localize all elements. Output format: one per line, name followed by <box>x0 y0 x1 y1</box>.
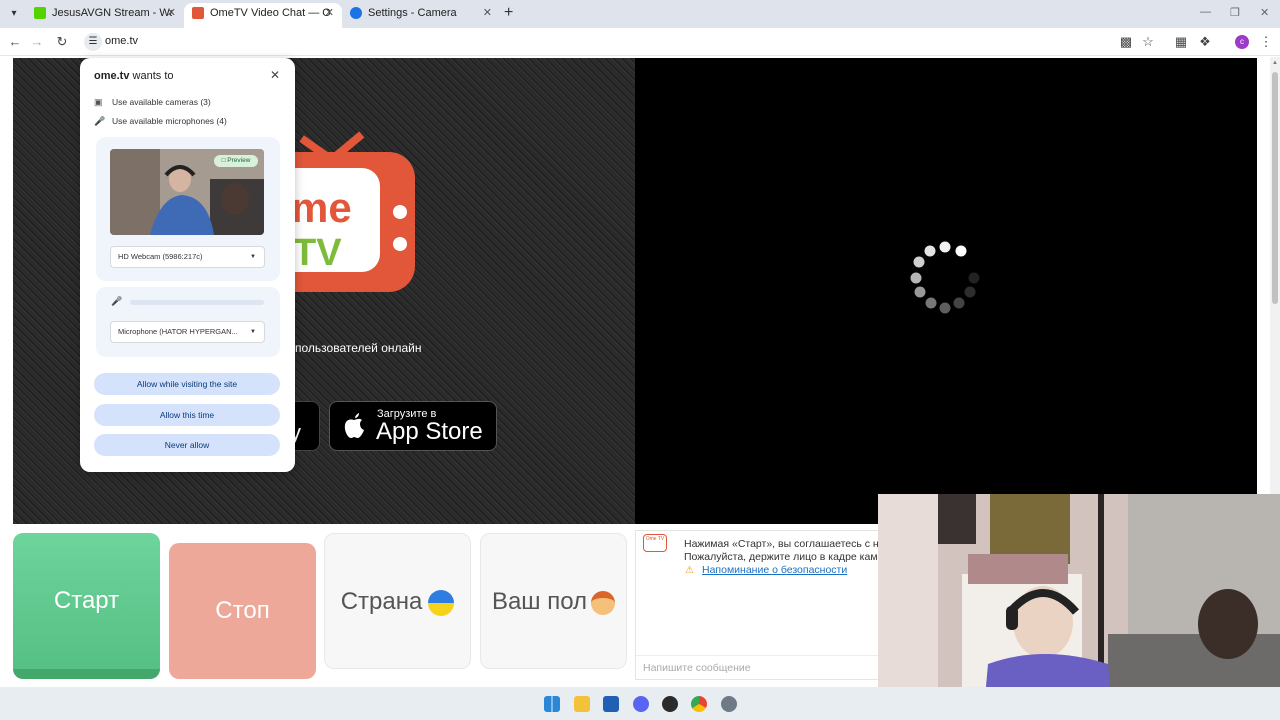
ometv-favicon-icon <box>192 7 204 19</box>
allow-this-time-button[interactable]: Allow this time <box>94 404 280 426</box>
microphone-select[interactable]: Microphone (HATOR HYPERGAN... ▼ <box>110 321 265 343</box>
media-icon[interactable]: ▦ <box>1172 33 1190 51</box>
logo-text-tv: TV <box>293 232 342 274</box>
settings-gear-icon[interactable] <box>721 696 737 712</box>
logo-knob <box>393 237 407 251</box>
ukraine-flag-icon <box>428 589 455 616</box>
camera-permission-text: Use available cameras (3) <box>112 97 211 107</box>
country-label: Страна <box>340 588 423 615</box>
stop-button[interactable]: Стоп <box>169 543 316 679</box>
camera-select[interactable]: HD Webcam (5986:217c) ▼ <box>110 246 265 268</box>
stop-label: Стоп <box>215 597 270 624</box>
permission-popup: ome.tv wants to ✕ ▣ Use available cameras… <box>80 58 295 472</box>
allow-while-visiting-button[interactable]: Allow while visiting the site <box>94 373 280 395</box>
chevron-down-icon: ▼ <box>250 254 256 260</box>
close-window-icon[interactable]: ✕ <box>1260 6 1269 19</box>
windows-start-icon[interactable] <box>544 696 560 712</box>
extensions-icon[interactable]: ❖ <box>1196 33 1214 51</box>
app-store-title: App Store <box>376 418 483 445</box>
microphone-level-icon: 🎤 <box>111 296 123 306</box>
tab-title: JesusAVGN Stream - Watch Live on <box>52 7 172 19</box>
browser-toolbar: ← → ↻ ☰ ome.tv ▩ ☆ ▦ ❖ c ⋮ <box>0 28 1280 56</box>
tab-title: Settings - Camera <box>368 7 457 19</box>
profile-avatar[interactable]: c <box>1235 35 1249 49</box>
close-tab-icon[interactable]: ✕ <box>325 3 334 24</box>
country-button[interactable]: Страна <box>324 533 471 669</box>
close-tab-icon[interactable]: ✕ <box>167 3 176 24</box>
tab-bar: ▾ JesusAVGN Stream - Watch Live on ✕ Ome… <box>0 0 1280 28</box>
back-icon[interactable]: ← <box>6 33 24 51</box>
close-icon[interactable]: ✕ <box>270 68 280 82</box>
scroll-up-icon[interactable]: ▲ <box>1272 60 1278 66</box>
site-settings-icon[interactable]: ☰ <box>84 33 102 51</box>
new-tab-icon[interactable]: + <box>504 4 513 22</box>
boy-face-icon <box>591 590 616 615</box>
reload-icon[interactable]: ↻ <box>53 33 71 51</box>
kick-favicon-icon <box>34 7 46 19</box>
minimize-icon[interactable]: — <box>1200 6 1211 18</box>
file-explorer-icon[interactable] <box>574 696 590 712</box>
scroll-thumb[interactable] <box>1272 72 1278 304</box>
maximize-icon[interactable]: ❐ <box>1230 6 1240 19</box>
chat-ometv-logo: Ome TV <box>643 534 667 552</box>
never-allow-button[interactable]: Never allow <box>94 434 280 456</box>
tab-settings-camera[interactable]: Settings - Camera ✕ <box>342 3 500 28</box>
mic-select-value: Microphone (HATOR HYPERGAN... <box>118 327 238 336</box>
warning-icon: ⚠ <box>685 565 694 576</box>
safety-reminder-link[interactable]: Напоминание о безопасности <box>702 564 847 576</box>
tab-title: OmeTV Video Chat — Omegle <box>210 7 330 19</box>
chat-face-notice: Пожалуйста, держите лицо в кадре камер <box>684 551 878 563</box>
logo-text-me: me <box>291 184 352 231</box>
start-label: Старт <box>53 587 120 614</box>
menu-kebab-icon[interactable]: ⋮ <box>1257 33 1275 51</box>
mic-permission-text: Use available microphones (4) <box>112 116 227 126</box>
apple-icon <box>344 413 364 438</box>
settings-gear-icon <box>350 7 362 19</box>
tab-ometv[interactable]: OmeTV Video Chat — Omegle ✕ <box>184 3 342 28</box>
camera-permission-row: ▣ Use available cameras (3) <box>94 97 211 108</box>
chevron-down-icon: ▼ <box>250 329 256 335</box>
tab-jesusavgn[interactable]: JesusAVGN Stream - Watch Live on ✕ <box>26 3 184 28</box>
online-users-text: пользователей онлайн <box>295 341 422 355</box>
store-icon[interactable] <box>603 696 619 712</box>
install-app-icon[interactable]: ▩ <box>1117 33 1135 51</box>
bookmark-star-icon[interactable]: ☆ <box>1139 33 1157 51</box>
gender-label: Ваш пол <box>491 588 588 615</box>
message-input[interactable]: Напишите сообщение <box>636 655 878 679</box>
camera-icon: ▣ <box>94 97 103 107</box>
gender-button[interactable]: Ваш пол <box>480 533 627 669</box>
permission-site: ome.tv <box>94 70 130 82</box>
discord-icon[interactable] <box>633 696 649 712</box>
logo-knob <box>393 205 407 219</box>
preview-badge-text: Preview <box>227 157 251 164</box>
mic-level-bar <box>130 300 264 305</box>
forward-icon[interactable]: → <box>28 33 46 51</box>
address-bar[interactable]: ☰ ome.tv <box>80 31 1100 53</box>
mic-permission-row: 🎤 Use available microphones (4) <box>94 116 227 127</box>
tab-search-icon[interactable]: ▾ <box>6 6 22 22</box>
camera-select-value: HD Webcam (5986:217c) <box>118 252 203 261</box>
permission-wants-to: wants to <box>132 70 174 82</box>
obs-icon[interactable] <box>662 696 678 712</box>
close-tab-icon[interactable]: ✕ <box>483 3 492 24</box>
chrome-icon[interactable] <box>691 696 707 712</box>
start-button[interactable]: Старт <box>13 533 160 679</box>
loading-spinner-icon <box>910 241 980 314</box>
preview-badge: □ Preview <box>214 155 258 167</box>
chat-terms-text: Нажимая «Старт», вы соглашаетесь с наш <box>684 538 878 550</box>
microphone-icon: 🎤 <box>94 116 106 126</box>
url-text: ome.tv <box>105 35 139 47</box>
permission-title: ome.tv wants to <box>94 70 174 82</box>
